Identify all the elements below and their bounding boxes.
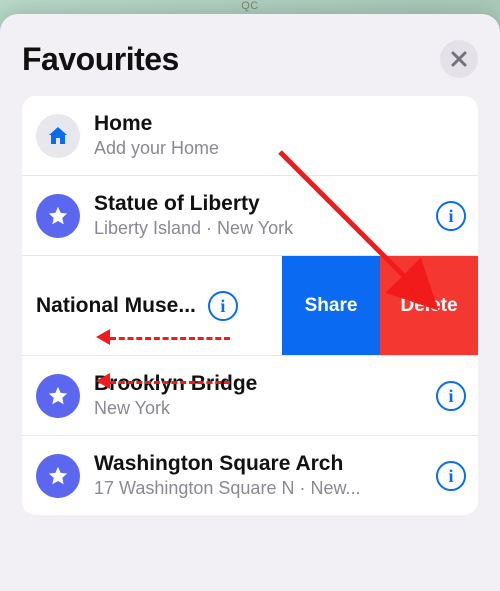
info-icon: i bbox=[448, 467, 453, 485]
annotation-arrowhead bbox=[96, 373, 110, 389]
list-item-text: Brooklyn Bridge New York bbox=[94, 372, 430, 419]
list-item-subtitle: 17 Washington Square N · New... bbox=[94, 478, 430, 499]
list-item-subtitle: Liberty Island · New York bbox=[94, 218, 430, 239]
list-item-title: Statue of Liberty bbox=[94, 192, 430, 216]
list-item-text: Washington Square Arch 17 Washington Squ… bbox=[94, 452, 430, 499]
list-item-swiped[interactable]: National Muse... i Share Delete bbox=[22, 255, 478, 355]
info-icon: i bbox=[220, 297, 225, 315]
list-item-subtitle: New York bbox=[94, 398, 430, 419]
list-item-text: Home Add your Home bbox=[94, 112, 466, 159]
home-icon bbox=[36, 114, 80, 158]
star-icon bbox=[36, 454, 80, 498]
list-item[interactable]: Brooklyn Bridge New York i bbox=[22, 355, 478, 435]
list-item-subtitle: Add your Home bbox=[94, 138, 466, 159]
share-button[interactable]: Share bbox=[282, 256, 380, 355]
annotation-swipe-arrow-bottom bbox=[110, 381, 230, 384]
list-item[interactable]: Washington Square Arch 17 Washington Squ… bbox=[22, 435, 478, 515]
favourites-list: Home Add your Home Statue of Liberty Lib… bbox=[22, 96, 478, 515]
info-icon: i bbox=[448, 387, 453, 405]
close-button[interactable] bbox=[440, 40, 478, 78]
map-label: QC bbox=[241, 0, 259, 12]
info-icon: i bbox=[448, 207, 453, 225]
swiped-content: National Muse... i bbox=[22, 256, 282, 355]
list-item-home[interactable]: Home Add your Home bbox=[22, 96, 478, 175]
info-button[interactable]: i bbox=[436, 461, 466, 491]
close-icon bbox=[451, 51, 467, 67]
list-item-title: Brooklyn Bridge bbox=[94, 372, 430, 396]
page-title: Favourites bbox=[22, 41, 179, 78]
sheet-header: Favourites bbox=[0, 14, 500, 96]
info-button[interactable]: i bbox=[208, 291, 238, 321]
swipe-actions: Share Delete bbox=[282, 256, 478, 355]
favourites-sheet: Favourites Home Add your Home Statue of … bbox=[0, 14, 500, 591]
list-item-title: National Muse... bbox=[36, 294, 196, 318]
annotation-arrowhead bbox=[96, 329, 110, 345]
info-button[interactable]: i bbox=[436, 201, 466, 231]
star-icon bbox=[36, 374, 80, 418]
annotation-swipe-arrow-top bbox=[110, 337, 230, 340]
delete-button[interactable]: Delete bbox=[380, 256, 478, 355]
list-item[interactable]: Statue of Liberty Liberty Island · New Y… bbox=[22, 175, 478, 255]
list-item-title: Washington Square Arch bbox=[94, 452, 430, 476]
list-item-text: Statue of Liberty Liberty Island · New Y… bbox=[94, 192, 430, 239]
info-button[interactable]: i bbox=[436, 381, 466, 411]
star-icon bbox=[36, 194, 80, 238]
list-item-title: Home bbox=[94, 112, 466, 136]
